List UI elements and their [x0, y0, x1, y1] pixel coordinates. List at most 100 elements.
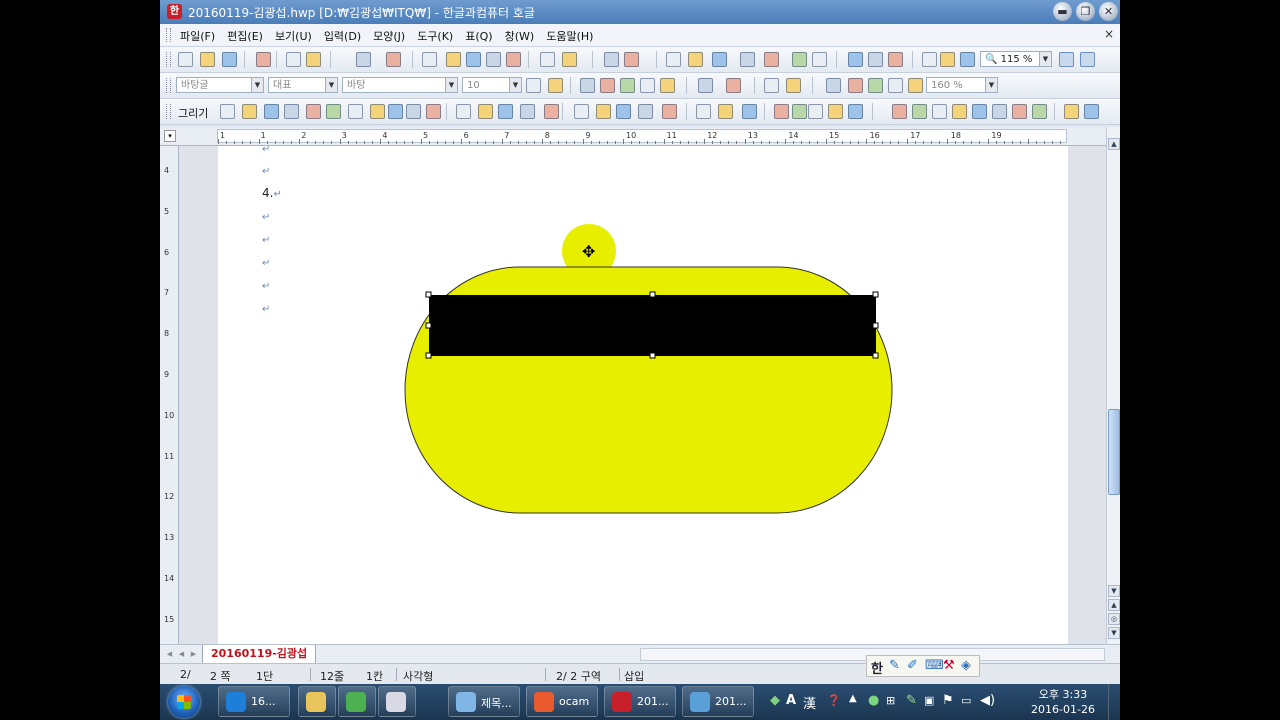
toolbar-tool-icon[interactable]: [828, 104, 843, 119]
toolbar-grip[interactable]: [166, 104, 171, 119]
close-button[interactable]: ✕: [1099, 2, 1118, 21]
toolbar-tool-icon[interactable]: [264, 104, 279, 119]
status-insert-mode[interactable]: 삽입: [624, 668, 644, 684]
tab-next-icon[interactable]: ▶: [188, 648, 199, 660]
draw-label[interactable]: 그리기: [178, 105, 208, 121]
toolbar-tool-icon[interactable]: [616, 104, 631, 119]
toolbar-tool-icon[interactable]: [520, 104, 535, 119]
toolbar-tool-icon[interactable]: [200, 52, 215, 67]
toolbar-tool-icon[interactable]: [562, 52, 577, 67]
doc-close-icon[interactable]: ×: [1104, 27, 1114, 41]
toolbar-tool-icon[interactable]: [306, 52, 321, 67]
menu-item[interactable]: 입력(D): [324, 28, 361, 44]
vertical-scrollbar[interactable]: ▲ ▼ ▲ ◎ ▼: [1106, 127, 1120, 644]
toolbar-tool-icon[interactable]: [912, 104, 927, 119]
toolbar-tool-icon[interactable]: [868, 52, 883, 67]
toolbar-tool-icon[interactable]: [604, 52, 619, 67]
prev-page-icon[interactable]: ▲: [1108, 599, 1120, 611]
toolbar-tool-icon[interactable]: [712, 52, 727, 67]
menu-item[interactable]: 표(Q): [465, 28, 492, 44]
system-clock[interactable]: 오후 3:33 2016-01-26: [1026, 687, 1100, 717]
chevron-down-icon[interactable]: ▼: [509, 78, 521, 92]
toolbar-tool-icon[interactable]: [726, 78, 741, 93]
document-page[interactable]: ↵ ↵ 4.↵ ↵ ↵ ↵ ↵ ↵ ✥: [218, 146, 1068, 644]
taskbar-item[interactable]: 201...: [604, 686, 676, 717]
toolbar-tool-icon[interactable]: [220, 104, 235, 119]
document-workspace[interactable]: ↵ ↵ 4.↵ ↵ ↵ ↵ ↵ ↵ ✥: [179, 146, 1106, 644]
menu-item[interactable]: 모양(J): [373, 28, 405, 44]
toolbar-tool-icon[interactable]: [848, 78, 863, 93]
toolbar-tool-icon[interactable]: [446, 52, 461, 67]
toolbar-tool-icon[interactable]: [992, 104, 1007, 119]
toolbar-tool-icon[interactable]: [774, 104, 789, 119]
menu-item[interactable]: 창(W): [505, 28, 535, 44]
resize-handle[interactable]: [425, 352, 432, 359]
hwp-app-icon[interactable]: 한: [167, 4, 182, 19]
toolbar-tool-icon[interactable]: [952, 104, 967, 119]
tray-pen-icon[interactable]: ✎: [906, 693, 917, 708]
toolbar-tool-icon[interactable]: [356, 52, 371, 67]
toolbar-tool-icon[interactable]: [544, 104, 559, 119]
toolbar-tool-icon[interactable]: [624, 52, 639, 67]
taskbar-item[interactable]: [298, 686, 336, 717]
taskbar-item[interactable]: 201...: [682, 686, 754, 717]
toolbar-grip[interactable]: [166, 52, 171, 67]
toolbar-tool-icon[interactable]: [740, 52, 755, 67]
ime-han[interactable]: 한: [871, 658, 883, 677]
toolbar-tool-icon[interactable]: [388, 104, 403, 119]
ime-help-icon[interactable]: ◈: [961, 658, 971, 673]
start-button[interactable]: [168, 686, 200, 718]
toolbar-grip[interactable]: [166, 78, 171, 93]
black-rectangle[interactable]: [429, 295, 876, 356]
chevron-down-icon[interactable]: ▼: [445, 78, 457, 92]
font-size-combo[interactable]: 10 ▼: [462, 77, 522, 93]
toolbar-tool-icon[interactable]: [596, 104, 611, 119]
toolbar-tool-icon[interactable]: [696, 104, 711, 119]
toolbar-tool-icon[interactable]: [972, 104, 987, 119]
zoom-combo[interactable]: 🔍 115 % ▼: [980, 51, 1052, 67]
scroll-thumb[interactable]: [1108, 409, 1120, 495]
toolbar-tool-icon[interactable]: [1064, 104, 1079, 119]
ime-settings-icon[interactable]: ⚒: [943, 658, 955, 673]
toolbar-tool-icon[interactable]: [786, 78, 801, 93]
horizontal-ruler[interactable]: ▾ 1 1 2 3 4 5 6 7 8 9 10 11 12 13 14 15 16 17 18 19: [160, 127, 1120, 146]
tab-prev-icon[interactable]: ◀: [176, 648, 187, 660]
tray-chrome-icon[interactable]: ●: [868, 693, 879, 708]
resize-handle[interactable]: [425, 322, 432, 329]
ime-tray-icon[interactable]: ◆: [770, 693, 780, 708]
scroll-up-icon[interactable]: ▲: [1108, 138, 1120, 150]
toolbar-tool-icon[interactable]: [688, 52, 703, 67]
toolbar-tool-icon[interactable]: [718, 104, 733, 119]
tab-first-icon[interactable]: ◀: [164, 648, 175, 660]
toolbar-tool-icon[interactable]: [848, 52, 863, 67]
toolbar-tool-icon[interactable]: [792, 104, 807, 119]
next-page-icon[interactable]: ▼: [1108, 627, 1120, 639]
toolbar-tool-icon[interactable]: [662, 104, 677, 119]
scroll-down-icon[interactable]: ▼: [1108, 585, 1120, 597]
ime-tool-icon[interactable]: ✐: [907, 658, 918, 673]
chevron-down-icon[interactable]: ▼: [1039, 52, 1051, 66]
taskbar-item[interactable]: 16...: [218, 686, 290, 717]
toolbar-tool-icon[interactable]: [868, 78, 883, 93]
toolbar-tool-icon[interactable]: [370, 104, 385, 119]
toolbar-tool-icon[interactable]: [1032, 104, 1047, 119]
toolbar-tool-icon[interactable]: [222, 52, 237, 67]
toolbar-tool-icon[interactable]: [466, 52, 481, 67]
toolbar-tool-icon[interactable]: [486, 52, 501, 67]
toolbar-tool-icon[interactable]: [792, 52, 807, 67]
resize-handle[interactable]: [872, 322, 879, 329]
chevron-down-icon[interactable]: ▼: [251, 78, 263, 92]
tray-a-icon[interactable]: A: [786, 693, 796, 708]
zoom-out-icon[interactable]: [1059, 52, 1074, 67]
toolbar-tool-icon[interactable]: [848, 104, 863, 119]
chevron-down-icon[interactable]: ▼: [985, 78, 997, 92]
menu-item[interactable]: 도구(K): [417, 28, 453, 44]
resize-handle[interactable]: [649, 291, 656, 298]
chevron-down-icon[interactable]: ▼: [325, 78, 337, 92]
toolbar-tool-icon[interactable]: [600, 78, 615, 93]
toolbar-tool-icon[interactable]: [812, 52, 827, 67]
zoom-in-icon[interactable]: [1080, 52, 1095, 67]
menu-item[interactable]: 파일(F): [180, 28, 215, 44]
tray-volume-icon[interactable]: ◀): [980, 693, 995, 708]
vertical-ruler[interactable]: 4 5 6 7 8 9 10 11 12 13 14 15: [160, 146, 179, 644]
